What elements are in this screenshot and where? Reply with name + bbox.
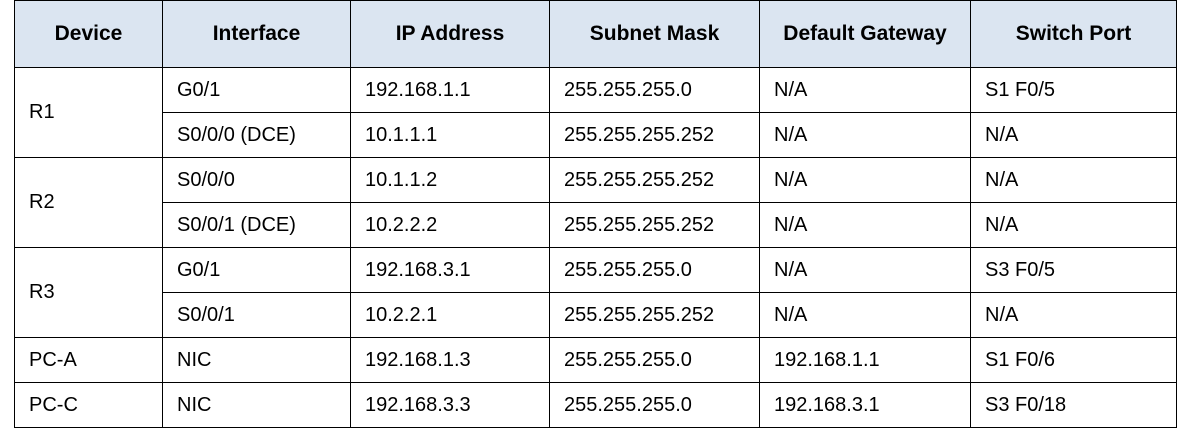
cell-ip-address: 192.168.3.3 <box>350 382 550 428</box>
cell-ip-address: 10.2.2.1 <box>350 292 550 338</box>
cell-switch-port: S1 F0/6 <box>970 337 1177 383</box>
header-row: Device Interface IP Address Subnet Mask … <box>14 0 1177 68</box>
header-default-gateway: Default Gateway <box>759 0 971 68</box>
cell-default-gateway: N/A <box>759 202 971 248</box>
cell-interface: NIC <box>162 337 351 383</box>
cell-ip-address: 192.168.3.1 <box>350 247 550 293</box>
cell-interface: NIC <box>162 382 351 428</box>
cell-ip-address: 10.1.1.2 <box>350 157 550 203</box>
cell-switch-port: N/A <box>970 202 1177 248</box>
header-ip-address: IP Address <box>350 0 550 68</box>
table-row: R1 G0/1 192.168.1.1 255.255.255.0 N/A S1… <box>14 67 1177 158</box>
table-row: R2 S0/0/0 10.1.1.2 255.255.255.252 N/A N… <box>14 157 1177 248</box>
cell-switch-port: N/A <box>970 157 1177 203</box>
addressing-table: Device Interface IP Address Subnet Mask … <box>14 0 1177 428</box>
cell-switch-port: S3 F0/18 <box>970 382 1177 428</box>
cell-subnet-mask: 255.255.255.252 <box>549 202 760 248</box>
cell-interface: S0/0/1 (DCE) <box>162 202 351 248</box>
cell-device: PC-A <box>14 337 163 383</box>
cell-interface: S0/0/0 <box>162 157 351 203</box>
table-row: R3 G0/1 192.168.3.1 255.255.255.0 N/A S3… <box>14 247 1177 338</box>
cell-subnet-mask: 255.255.255.252 <box>549 157 760 203</box>
cell-subnet-mask: 255.255.255.0 <box>549 382 760 428</box>
cell-default-gateway: N/A <box>759 112 971 158</box>
cell-interface: G0/1 <box>162 67 351 113</box>
table-row: S0/0/1 (DCE) 10.2.2.2 255.255.255.252 N/… <box>15 202 1177 248</box>
cell-switch-port: N/A <box>970 112 1177 158</box>
cell-interface: G0/1 <box>162 247 351 293</box>
cell-device: R1 <box>14 67 163 158</box>
cell-interface: S0/0/0 (DCE) <box>162 112 351 158</box>
cell-default-gateway: N/A <box>759 247 971 293</box>
cell-ip-address: 192.168.1.1 <box>350 67 550 113</box>
cell-default-gateway: 192.168.3.1 <box>759 382 971 428</box>
table-row: PC-C NIC 192.168.3.3 255.255.255.0 192.1… <box>14 382 1177 428</box>
cell-device: R3 <box>14 247 163 338</box>
cell-default-gateway: N/A <box>759 157 971 203</box>
cell-device: PC-C <box>14 382 163 428</box>
cell-subnet-mask: 255.255.255.0 <box>549 67 760 113</box>
table-row: PC-A NIC 192.168.1.3 255.255.255.0 192.1… <box>14 337 1177 383</box>
cell-device: R2 <box>14 157 163 248</box>
cell-ip-address: 10.1.1.1 <box>350 112 550 158</box>
table-row: S0/0/0 (DCE) 10.1.1.1 255.255.255.252 N/… <box>15 112 1177 158</box>
cell-subnet-mask: 255.255.255.0 <box>549 247 760 293</box>
cell-switch-port: S3 F0/5 <box>970 247 1177 293</box>
cell-subnet-mask: 255.255.255.252 <box>549 112 760 158</box>
cell-default-gateway: N/A <box>759 67 971 113</box>
table-row: S0/0/1 10.2.2.1 255.255.255.252 N/A N/A <box>15 292 1177 338</box>
header-interface: Interface <box>162 0 351 68</box>
header-device: Device <box>14 0 163 68</box>
cell-ip-address: 10.2.2.2 <box>350 202 550 248</box>
header-switch-port: Switch Port <box>970 0 1177 68</box>
cell-default-gateway: N/A <box>759 292 971 338</box>
cell-default-gateway: 192.168.1.1 <box>759 337 971 383</box>
cell-subnet-mask: 255.255.255.252 <box>549 292 760 338</box>
cell-interface: S0/0/1 <box>162 292 351 338</box>
cell-switch-port: N/A <box>970 292 1177 338</box>
cell-subnet-mask: 255.255.255.0 <box>549 337 760 383</box>
cell-ip-address: 192.168.1.3 <box>350 337 550 383</box>
header-subnet-mask: Subnet Mask <box>549 0 760 68</box>
cell-switch-port: S1 F0/5 <box>970 67 1177 113</box>
